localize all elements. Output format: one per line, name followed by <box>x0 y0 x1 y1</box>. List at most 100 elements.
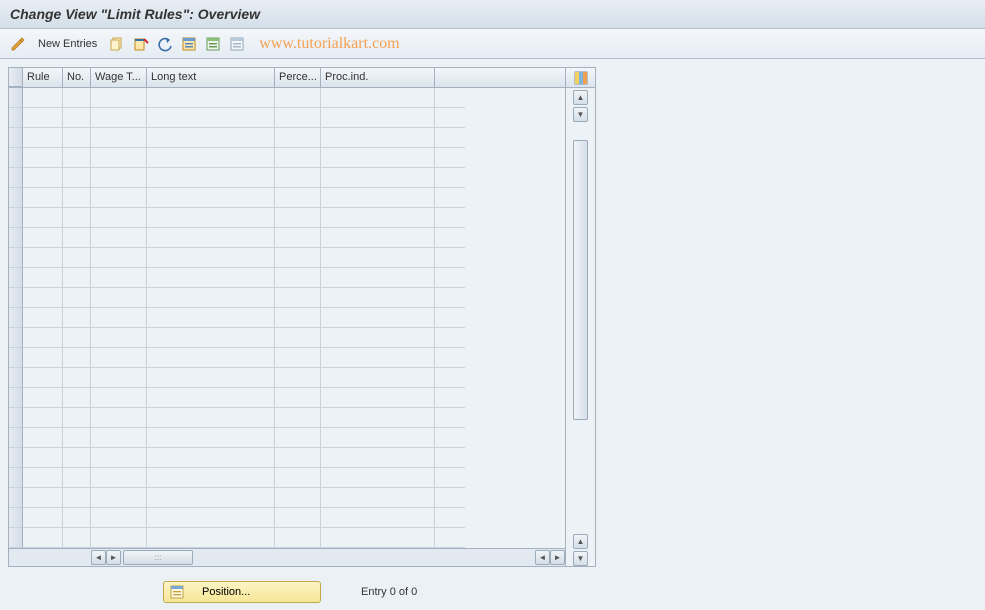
cell-wage[interactable] <box>91 408 147 428</box>
row-selector[interactable] <box>9 128 23 148</box>
cell-perce[interactable] <box>275 508 321 528</box>
select-block-icon[interactable] <box>203 34 223 54</box>
table-row[interactable] <box>9 448 565 468</box>
cell-rule[interactable] <box>23 448 63 468</box>
cell-long[interactable] <box>147 248 275 268</box>
cell-wage[interactable] <box>91 168 147 188</box>
row-selector[interactable] <box>9 268 23 288</box>
cell-last[interactable] <box>435 348 465 368</box>
cell-long[interactable] <box>147 268 275 288</box>
cell-rule[interactable] <box>23 208 63 228</box>
cell-long[interactable] <box>147 128 275 148</box>
table-row[interactable] <box>9 368 565 388</box>
cell-perce[interactable] <box>275 408 321 428</box>
cell-last[interactable] <box>435 228 465 248</box>
cell-rule[interactable] <box>23 428 63 448</box>
row-selector[interactable] <box>9 108 23 128</box>
cell-perce[interactable] <box>275 428 321 448</box>
row-selector[interactable] <box>9 148 23 168</box>
cell-long[interactable] <box>147 288 275 308</box>
cell-perce[interactable] <box>275 248 321 268</box>
cell-long[interactable] <box>147 188 275 208</box>
col-header-no[interactable]: No. <box>63 68 91 87</box>
cell-perce[interactable] <box>275 88 321 108</box>
cell-wage[interactable] <box>91 288 147 308</box>
cell-perce[interactable] <box>275 148 321 168</box>
undo-change-icon[interactable] <box>155 34 175 54</box>
row-selector[interactable] <box>9 328 23 348</box>
cell-last[interactable] <box>435 388 465 408</box>
cell-proc[interactable] <box>321 128 435 148</box>
cell-wage[interactable] <box>91 528 147 548</box>
cell-rule[interactable] <box>23 328 63 348</box>
table-row[interactable] <box>9 468 565 488</box>
cell-proc[interactable] <box>321 108 435 128</box>
cell-wage[interactable] <box>91 88 147 108</box>
row-selector[interactable] <box>9 408 23 428</box>
row-selector[interactable] <box>9 448 23 468</box>
cell-last[interactable] <box>435 408 465 428</box>
table-row[interactable] <box>9 388 565 408</box>
cell-rule[interactable] <box>23 528 63 548</box>
cell-long[interactable] <box>147 208 275 228</box>
cell-perce[interactable] <box>275 448 321 468</box>
cell-perce[interactable] <box>275 108 321 128</box>
cell-no[interactable] <box>63 408 91 428</box>
cell-no[interactable] <box>63 248 91 268</box>
cell-proc[interactable] <box>321 148 435 168</box>
cell-perce[interactable] <box>275 288 321 308</box>
cell-proc[interactable] <box>321 528 435 548</box>
table-row[interactable] <box>9 268 565 288</box>
cell-rule[interactable] <box>23 188 63 208</box>
cell-long[interactable] <box>147 228 275 248</box>
cell-wage[interactable] <box>91 188 147 208</box>
table-row[interactable] <box>9 508 565 528</box>
cell-perce[interactable] <box>275 468 321 488</box>
cell-wage[interactable] <box>91 348 147 368</box>
cell-long[interactable] <box>147 528 275 548</box>
cell-no[interactable] <box>63 108 91 128</box>
cell-proc[interactable] <box>321 248 435 268</box>
cell-long[interactable] <box>147 408 275 428</box>
cell-last[interactable] <box>435 148 465 168</box>
cell-last[interactable] <box>435 528 465 548</box>
cell-wage[interactable] <box>91 268 147 288</box>
cell-proc[interactable] <box>321 288 435 308</box>
cell-wage[interactable] <box>91 368 147 388</box>
row-selector[interactable] <box>9 528 23 548</box>
vscroll-thumb[interactable] <box>573 140 588 420</box>
row-selector[interactable] <box>9 288 23 308</box>
vscroll-pageup-button[interactable]: ▼ <box>573 107 588 122</box>
cell-perce[interactable] <box>275 328 321 348</box>
cell-last[interactable] <box>435 288 465 308</box>
cell-wage[interactable] <box>91 448 147 468</box>
table-row[interactable] <box>9 128 565 148</box>
cell-last[interactable] <box>435 428 465 448</box>
cell-rule[interactable] <box>23 128 63 148</box>
cell-wage[interactable] <box>91 488 147 508</box>
table-row[interactable] <box>9 428 565 448</box>
cell-long[interactable] <box>147 308 275 328</box>
toggle-display-change-icon[interactable] <box>8 34 28 54</box>
cell-no[interactable] <box>63 508 91 528</box>
col-header-long[interactable]: Long text <box>147 68 275 87</box>
cell-long[interactable] <box>147 508 275 528</box>
cell-no[interactable] <box>63 268 91 288</box>
cell-wage[interactable] <box>91 388 147 408</box>
cell-last[interactable] <box>435 468 465 488</box>
cell-wage[interactable] <box>91 308 147 328</box>
table-row[interactable] <box>9 88 565 108</box>
cell-proc[interactable] <box>321 88 435 108</box>
cell-wage[interactable] <box>91 228 147 248</box>
cell-no[interactable] <box>63 348 91 368</box>
cell-proc[interactable] <box>321 308 435 328</box>
cell-proc[interactable] <box>321 168 435 188</box>
hscroll-left-button[interactable]: ◄ <box>91 550 106 565</box>
cell-wage[interactable] <box>91 208 147 228</box>
cell-last[interactable] <box>435 168 465 188</box>
cell-no[interactable] <box>63 88 91 108</box>
cell-long[interactable] <box>147 428 275 448</box>
cell-no[interactable] <box>63 428 91 448</box>
cell-perce[interactable] <box>275 488 321 508</box>
table-row[interactable] <box>9 228 565 248</box>
